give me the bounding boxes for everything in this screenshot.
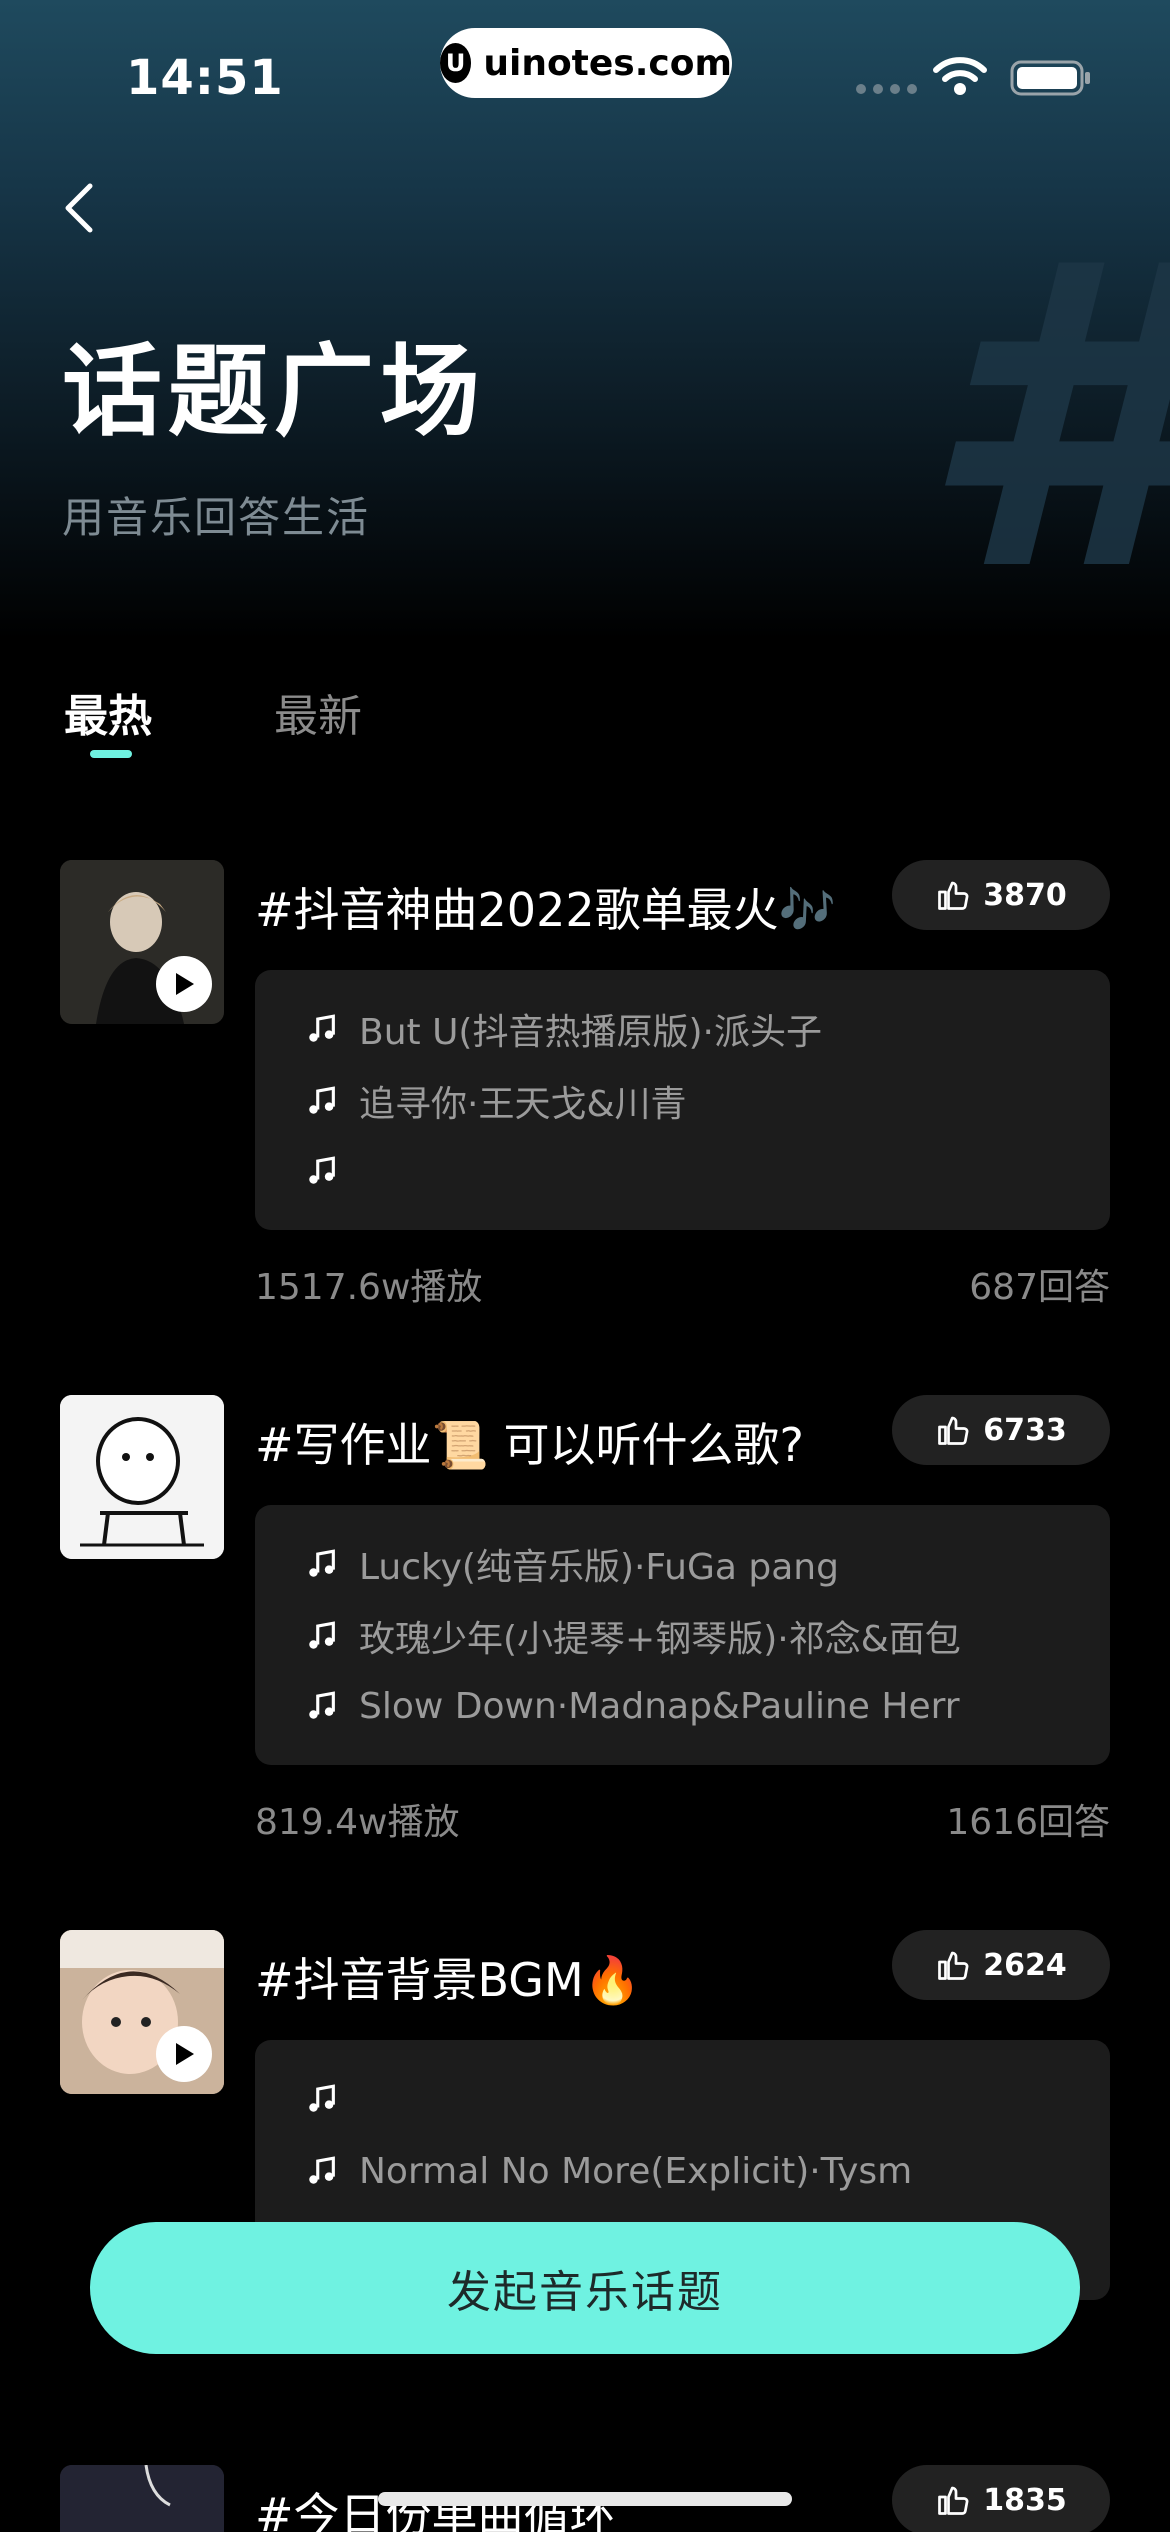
topic-cover-image[interactable] bbox=[60, 860, 224, 1024]
song-item[interactable]: 追寻你·王天戈&川青 bbox=[305, 1076, 687, 1126]
start-music-topic-button[interactable]: 发起音乐话题 bbox=[90, 2222, 1080, 2354]
music-note-icon bbox=[309, 2084, 335, 2112]
song-item[interactable]: But U(抖音热播原版)·派头子 bbox=[305, 1004, 822, 1054]
like-count: 6733 bbox=[983, 1412, 1067, 1448]
cartoon-sketch-image bbox=[60, 1395, 224, 1559]
music-note-icon bbox=[309, 1014, 335, 1042]
signal-dots-icon bbox=[856, 84, 917, 94]
song-item[interactable]: 玫瑰少年(小提琴+钢琴版)·祁念&面包 bbox=[305, 1611, 961, 1661]
like-button[interactable]: 1835 bbox=[892, 2465, 1110, 2532]
song-list: But U(抖音热播原版)·派头子 追寻你·王天戈&川青 bbox=[255, 970, 1110, 1230]
like-count: 1835 bbox=[983, 2482, 1067, 2518]
like-button[interactable]: 2624 bbox=[892, 1930, 1110, 2000]
play-count: 1517.6w播放 bbox=[255, 1267, 483, 1308]
topic-cover-image[interactable] bbox=[60, 1395, 224, 1559]
battery-icon bbox=[1010, 60, 1090, 96]
watermark-text: uinotes.com bbox=[483, 42, 732, 84]
song-item[interactable]: Normal No More(Explicit)·Tysm bbox=[305, 2146, 912, 2196]
page-subtitle: 用音乐回答生活 bbox=[62, 493, 371, 542]
hash-decoration: # bbox=[918, 210, 1170, 630]
music-note-icon bbox=[309, 1086, 335, 1114]
answer-count: 687回答 bbox=[969, 1267, 1110, 1308]
topic-cover-image[interactable] bbox=[60, 1930, 224, 2094]
music-note-icon bbox=[309, 1691, 335, 1719]
status-time: 14:51 bbox=[126, 50, 284, 106]
play-icon[interactable] bbox=[156, 2026, 212, 2082]
like-button[interactable]: 6733 bbox=[892, 1395, 1110, 1465]
play-count: 819.4w播放 bbox=[255, 1802, 460, 1843]
tab-active-indicator bbox=[90, 750, 132, 758]
chevron-left-icon bbox=[65, 183, 93, 233]
music-note-icon bbox=[309, 1156, 335, 1184]
thumbs-up-icon bbox=[938, 1951, 969, 1980]
song-item[interactable] bbox=[305, 1146, 359, 1196]
watermark-logo-icon: U bbox=[440, 43, 472, 83]
back-button[interactable] bbox=[56, 180, 106, 236]
thumbs-up-icon bbox=[938, 1416, 969, 1445]
answer-count: 1616回答 bbox=[946, 1802, 1110, 1843]
music-note-icon bbox=[309, 2156, 335, 2184]
topic-card[interactable]: #写作业📜 可以听什么歌? 6733 Lucky(纯音乐版)·FuGa pang… bbox=[0, 1395, 1170, 1875]
song-item[interactable] bbox=[305, 2074, 359, 2124]
play-icon[interactable] bbox=[156, 956, 212, 1012]
topic-title[interactable]: #抖音背景BGM🔥 bbox=[255, 1944, 641, 2010]
song-list: Lucky(纯音乐版)·FuGa pang 玫瑰少年(小提琴+钢琴版)·祁念&面… bbox=[255, 1505, 1110, 1765]
music-note-icon bbox=[309, 1621, 335, 1649]
like-count: 3870 bbox=[983, 877, 1067, 913]
thumbs-up-icon bbox=[938, 881, 969, 910]
like-count: 2624 bbox=[983, 1947, 1067, 1983]
tab-newest[interactable]: 最新 bbox=[274, 680, 362, 744]
topic-title[interactable]: #写作业📜 可以听什么歌? bbox=[255, 1409, 804, 1475]
music-note-icon bbox=[309, 1549, 335, 1577]
page-title: 话题广场 bbox=[62, 333, 486, 450]
thumbs-up-icon bbox=[938, 2486, 969, 2515]
topic-title[interactable]: #抖音神曲2022歌单最火🎶 bbox=[255, 874, 836, 940]
wifi-icon bbox=[933, 57, 987, 95]
topic-cover-image[interactable] bbox=[60, 2465, 224, 2532]
topic-card[interactable]: #抖音神曲2022歌单最火🎶 3870 But U(抖音热播原版)·派头子 追寻… bbox=[0, 860, 1170, 1340]
song-item[interactable]: Slow Down·Madnap&Pauline Herr bbox=[305, 1681, 960, 1731]
like-button[interactable]: 3870 bbox=[892, 860, 1110, 930]
headphones-image bbox=[60, 2465, 224, 2532]
status-bar: 14:51 U uinotes.com bbox=[0, 0, 1170, 150]
song-item[interactable]: Lucky(纯音乐版)·FuGa pang bbox=[305, 1539, 839, 1589]
tab-bar: 最热 最新 bbox=[0, 670, 1170, 770]
home-indicator[interactable] bbox=[378, 2492, 792, 2506]
tab-hottest[interactable]: 最热 bbox=[64, 680, 152, 744]
watermark-pill: U uinotes.com bbox=[440, 28, 732, 98]
